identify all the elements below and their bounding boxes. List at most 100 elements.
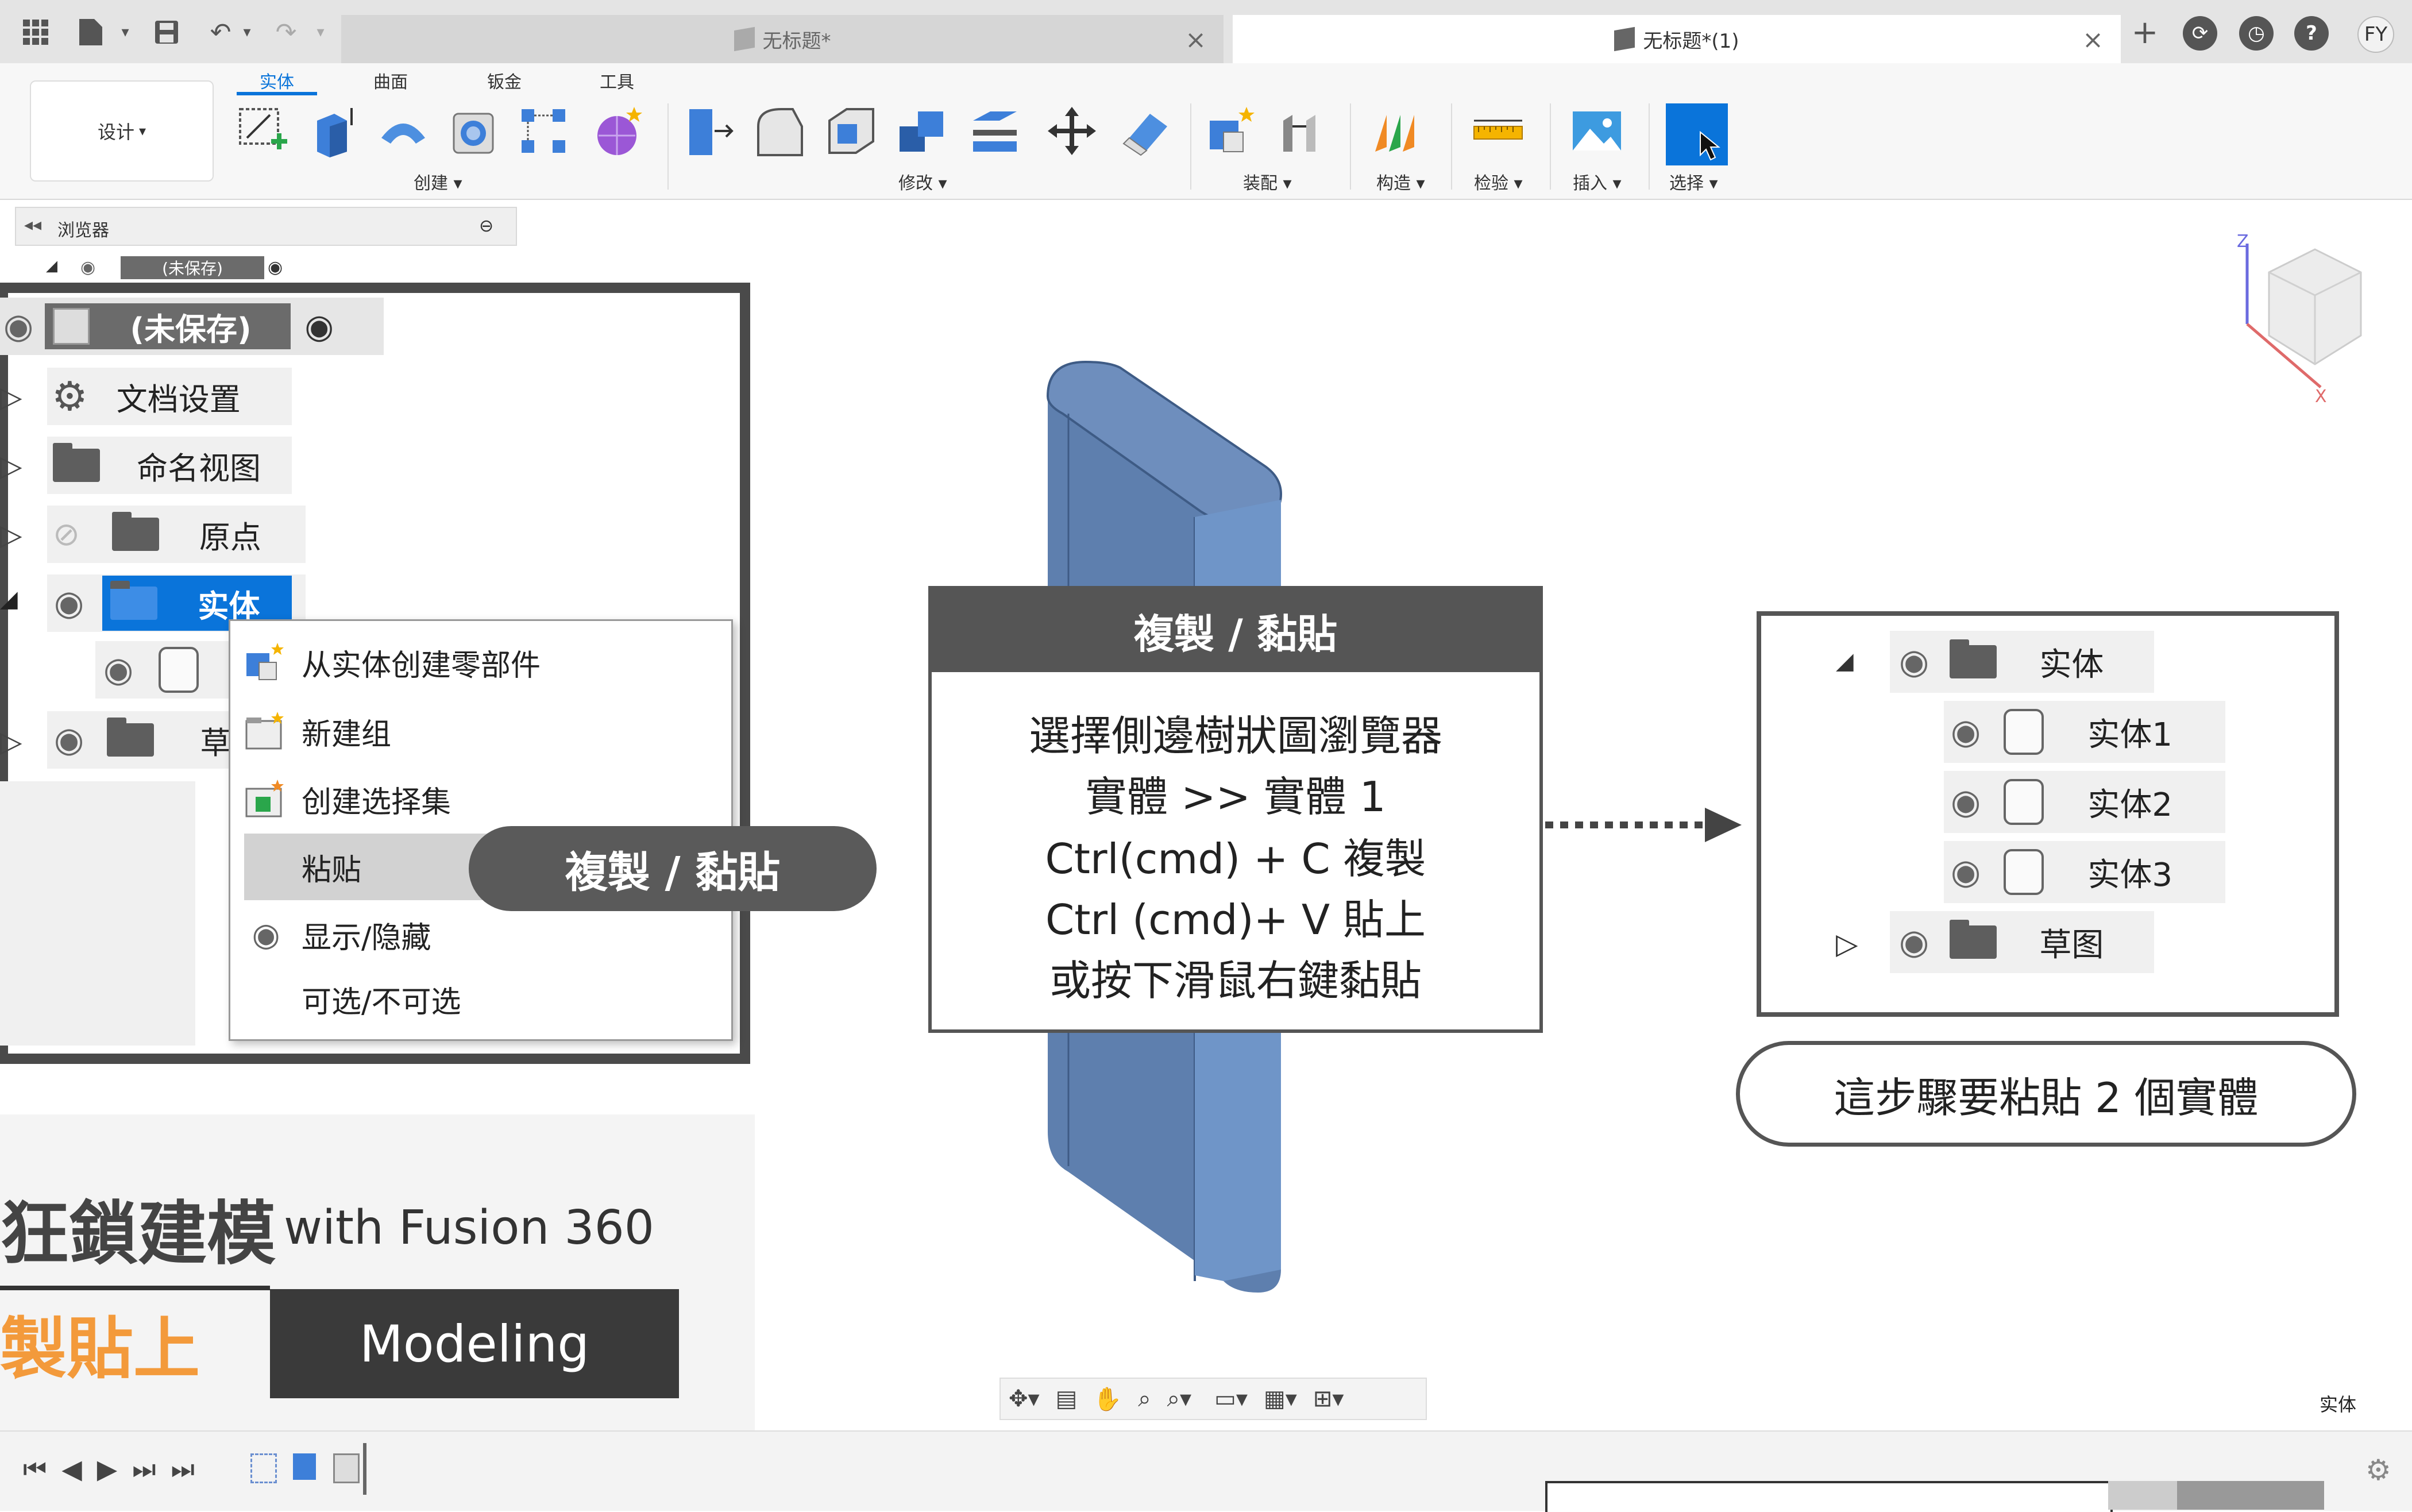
group-inspect[interactable]: 检验 ▾ bbox=[1474, 169, 1523, 194]
eye-icon[interactable]: ◉ bbox=[1951, 782, 1981, 822]
sync-icon[interactable]: ⟳ bbox=[2183, 16, 2217, 51]
group-assemble[interactable]: 装配 ▾ bbox=[1243, 169, 1292, 194]
group-construct[interactable]: 构造 ▾ bbox=[1376, 169, 1425, 194]
expand-icon[interactable]: ▷ bbox=[0, 725, 22, 758]
new-component-icon[interactable] bbox=[1204, 103, 1259, 159]
grid-settings-icon[interactable]: ▦▾ bbox=[1264, 1386, 1297, 1412]
tab-untitled-1[interactable]: 无标题*(1) × bbox=[1233, 15, 2121, 63]
tree-item-named-views[interactable]: 命名视图 bbox=[47, 437, 292, 494]
offset-plane-icon[interactable] bbox=[1369, 103, 1425, 159]
avatar[interactable]: FY bbox=[2357, 16, 2394, 53]
measure-icon[interactable] bbox=[1471, 103, 1526, 159]
eye-hidden-icon[interactable]: ⊘ bbox=[53, 516, 80, 553]
tab-surface[interactable]: 曲面 bbox=[373, 68, 408, 93]
tree-item-body-1[interactable]: ◉ bbox=[95, 641, 233, 699]
tab-sheet-metal[interactable]: 钣金 bbox=[487, 68, 522, 93]
eye-icon[interactable]: ◉ bbox=[1951, 712, 1981, 752]
look-at-icon[interactable]: ▤ bbox=[1056, 1386, 1078, 1412]
tree-item-doc-settings[interactable]: ⚙ 文档设置 bbox=[47, 368, 292, 425]
radio-icon[interactable]: ◉ bbox=[268, 257, 283, 277]
result-body-3[interactable]: ◉ 实体3 bbox=[1944, 841, 2225, 903]
help-icon[interactable]: ? bbox=[2294, 16, 2329, 51]
menu-item-new-group[interactable]: 新建组 bbox=[230, 698, 731, 765]
gear-icon[interactable]: ⚙ bbox=[2365, 1453, 2391, 1487]
eye-icon[interactable]: ◉ bbox=[1899, 922, 1929, 962]
collapse-icon[interactable]: ◢ bbox=[1836, 648, 1854, 674]
eye-icon[interactable]: ◉ bbox=[1951, 852, 1981, 892]
eye-icon[interactable]: ◉ bbox=[103, 650, 133, 690]
eye-icon[interactable]: ◉ bbox=[1899, 642, 1929, 682]
fit-icon[interactable]: ⌕▾ bbox=[1167, 1386, 1191, 1412]
new-tab-plus-icon[interactable]: + bbox=[2129, 14, 2161, 51]
hole-icon[interactable] bbox=[446, 103, 501, 159]
grid-menu-icon[interactable] bbox=[20, 16, 52, 48]
group-modify[interactable]: 修改 ▾ bbox=[898, 169, 947, 194]
clock-icon[interactable]: ◷ bbox=[2239, 16, 2274, 51]
create-form-icon[interactable] bbox=[591, 103, 646, 159]
expand-triangle-icon[interactable]: ◢ bbox=[46, 257, 57, 275]
select-button[interactable] bbox=[1666, 103, 1728, 165]
insert-image-icon[interactable] bbox=[1569, 103, 1624, 159]
group-select[interactable]: 选择 ▾ bbox=[1669, 169, 1718, 194]
tree-item-origin[interactable]: ⊘ 原点 bbox=[47, 506, 306, 563]
tab-untitled[interactable]: 无标题* × bbox=[341, 15, 1224, 63]
chevron-down-icon[interactable]: ▾ bbox=[231, 16, 263, 48]
tree-item-sketches[interactable]: ◉ 草 bbox=[47, 711, 237, 769]
timeline-feature-icon[interactable] bbox=[333, 1453, 360, 1483]
delete-icon[interactable] bbox=[1118, 103, 1173, 159]
zoom-icon[interactable]: ⌕ bbox=[1138, 1386, 1151, 1412]
menu-item-selectable[interactable]: 可选/不可选 bbox=[230, 966, 731, 1032]
combine-icon[interactable] bbox=[895, 103, 950, 159]
timeline-extrude-icon[interactable] bbox=[293, 1453, 316, 1480]
chevron-down-icon[interactable]: ▾ bbox=[109, 16, 141, 48]
tree-root-row[interactable]: ◉ (未保存) ◉ bbox=[0, 298, 384, 355]
extrude-icon[interactable] bbox=[306, 103, 361, 159]
menu-item-create-selection-set[interactable]: 创建选择集 bbox=[230, 766, 731, 832]
viewports-icon[interactable]: ⊞▾ bbox=[1313, 1386, 1344, 1412]
tab-tools[interactable]: 工具 bbox=[600, 68, 634, 93]
close-icon[interactable]: × bbox=[1185, 25, 1206, 55]
root-node[interactable]: (未保存) bbox=[45, 303, 291, 349]
expand-icon[interactable]: ▷ bbox=[0, 380, 22, 414]
expand-icon[interactable]: ▷ bbox=[0, 449, 22, 483]
shell-icon[interactable] bbox=[824, 103, 879, 159]
eye-icon[interactable]: ◉ bbox=[3, 306, 33, 346]
group-insert[interactable]: 插入 ▾ bbox=[1573, 169, 1622, 194]
fillet-icon[interactable] bbox=[752, 103, 808, 159]
eye-icon[interactable]: ◉ bbox=[54, 720, 84, 760]
workspace-dropdown[interactable]: 设计 ▾ bbox=[30, 80, 214, 182]
orbit-icon[interactable]: ✥▾ bbox=[1009, 1386, 1040, 1412]
radio-icon[interactable]: ◉ bbox=[304, 307, 334, 346]
move-icon[interactable] bbox=[1044, 103, 1099, 159]
result-folder-bodies[interactable]: ◉ 实体 bbox=[1890, 631, 2154, 693]
redo-icon[interactable]: ↷ bbox=[270, 16, 302, 48]
result-body-1[interactable]: ◉ 实体1 bbox=[1944, 701, 2225, 763]
comments-panel[interactable] bbox=[1545, 1481, 2113, 1512]
tab-solid[interactable]: 实体 bbox=[260, 68, 294, 93]
menu-item-show-hide[interactable]: ◉ 显示/隐藏 bbox=[230, 901, 731, 968]
display-settings-icon[interactable]: ▭▾ bbox=[1214, 1386, 1248, 1412]
result-body-2[interactable]: ◉ 实体2 bbox=[1944, 771, 2225, 833]
eye-icon[interactable]: ◉ bbox=[80, 257, 95, 277]
eye-icon[interactable]: ◉ bbox=[54, 583, 84, 623]
chevron-down-icon[interactable]: ▾ bbox=[304, 16, 337, 48]
split-body-icon[interactable] bbox=[967, 103, 1022, 159]
pan-icon[interactable]: ✋ bbox=[1093, 1386, 1122, 1413]
pattern-icon[interactable] bbox=[516, 103, 571, 159]
file-icon[interactable] bbox=[75, 16, 107, 48]
expand-icon[interactable]: ▷ bbox=[0, 518, 22, 551]
view-cube[interactable]: Z X bbox=[2235, 232, 2372, 407]
collapse-icon[interactable]: ◢ bbox=[0, 586, 18, 612]
collapse-panel-icon[interactable]: ◂◂ bbox=[24, 215, 41, 235]
press-pull-icon[interactable] bbox=[680, 103, 735, 159]
menu-item-create-components[interactable]: 从实体创建零部件 bbox=[230, 629, 731, 696]
panel-options-icon[interactable]: ⊖ bbox=[479, 216, 493, 236]
close-icon[interactable]: × bbox=[2082, 25, 2104, 55]
timeline-marker[interactable] bbox=[363, 1443, 366, 1495]
expand-icon[interactable]: ▷ bbox=[1836, 927, 1858, 961]
group-create[interactable]: 创建 ▾ bbox=[414, 169, 462, 194]
create-sketch-icon[interactable] bbox=[236, 103, 291, 159]
timeline-controls[interactable]: ⏮◀▶⏭⏭ bbox=[23, 1453, 210, 1486]
result-folder-sketches[interactable]: ◉ 草图 bbox=[1890, 911, 2154, 973]
revolve-icon[interactable] bbox=[376, 103, 431, 159]
